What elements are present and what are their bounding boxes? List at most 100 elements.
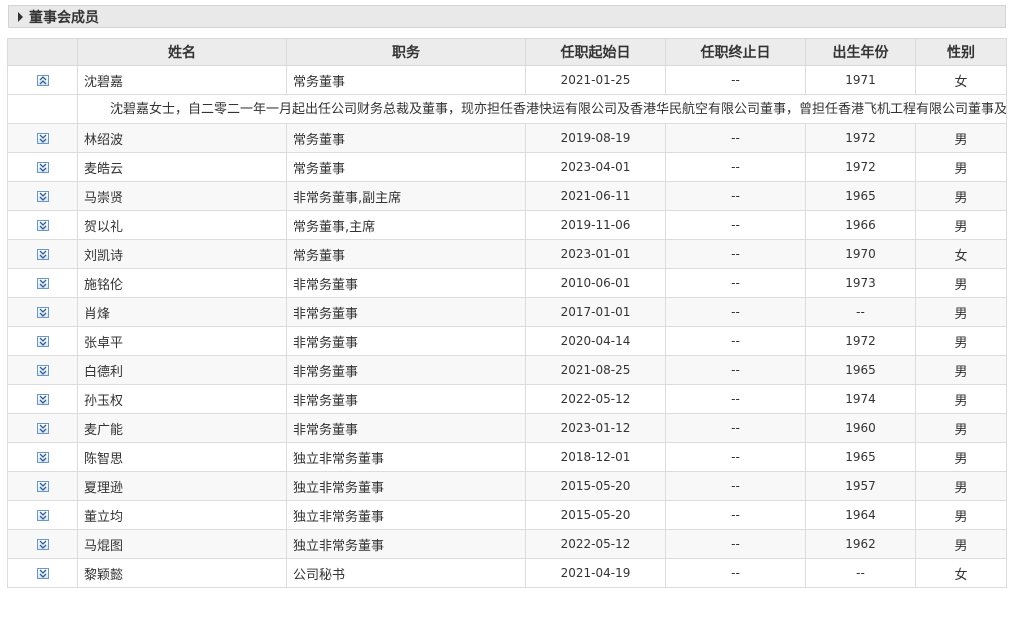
member-end-date: -- [665, 558, 806, 588]
collapse-icon[interactable] [36, 74, 49, 86]
member-end-date: -- [665, 65, 806, 95]
expand-icon[interactable] [36, 509, 49, 521]
expand-icon[interactable] [36, 480, 49, 492]
toggle-cell [7, 529, 78, 559]
member-end-date: -- [665, 355, 806, 385]
member-birth-year: 1971 [805, 65, 916, 95]
header-gender: 性别 [915, 38, 1007, 66]
member-start-date: 2023-04-01 [525, 152, 666, 182]
member-gender: 女 [915, 239, 1007, 269]
member-birth-year: 1970 [805, 239, 916, 269]
member-gender: 男 [915, 355, 1007, 385]
toggle-cell [7, 326, 78, 356]
member-end-date: -- [665, 326, 806, 356]
expand-icon[interactable] [36, 538, 49, 550]
member-name: 贺以礼 [77, 210, 287, 240]
expand-icon[interactable] [36, 451, 49, 463]
expand-icon[interactable] [36, 219, 49, 231]
table-row: 贺以礼 常务董事,主席 2019-11-06 -- 1966 男 [7, 210, 1007, 240]
member-position: 常务董事 [286, 65, 526, 95]
expand-icon[interactable] [36, 567, 49, 579]
member-position: 公司秘书 [286, 558, 526, 588]
expand-icon[interactable] [36, 248, 49, 260]
member-birth-year: 1964 [805, 500, 916, 530]
member-name: 麦广能 [77, 413, 287, 443]
member-end-date: -- [665, 442, 806, 472]
member-position: 非常务董事,副主席 [286, 181, 526, 211]
member-gender: 男 [915, 500, 1007, 530]
table-row: 白德利 非常务董事 2021-08-25 -- 1965 男 [7, 355, 1007, 385]
member-gender: 男 [915, 529, 1007, 559]
member-birth-year: 1962 [805, 529, 916, 559]
header-end-date: 任职终止日 [665, 38, 806, 66]
expand-icon[interactable] [36, 132, 49, 144]
member-position: 独立非常务董事 [286, 500, 526, 530]
member-start-date: 2015-05-20 [525, 471, 666, 501]
expand-icon[interactable] [36, 422, 49, 434]
member-name: 林绍波 [77, 123, 287, 153]
expand-icon[interactable] [36, 306, 49, 318]
member-position: 常务董事 [286, 123, 526, 153]
table-row: 林绍波 常务董事 2019-08-19 -- 1972 男 [7, 123, 1007, 153]
member-start-date: 2018-12-01 [525, 442, 666, 472]
member-gender: 女 [915, 65, 1007, 95]
toggle-cell [7, 500, 78, 530]
member-position: 非常务董事 [286, 413, 526, 443]
member-start-date: 2019-08-19 [525, 123, 666, 153]
member-gender: 男 [915, 413, 1007, 443]
expand-icon[interactable] [36, 277, 49, 289]
section-header[interactable]: 董事会成员 [8, 5, 1006, 28]
member-start-date: 2010-06-01 [525, 268, 666, 298]
member-end-date: -- [665, 152, 806, 182]
expand-icon[interactable] [36, 335, 49, 347]
member-start-date: 2015-05-20 [525, 500, 666, 530]
bio-spacer [7, 94, 78, 124]
member-start-date: 2022-05-12 [525, 384, 666, 414]
member-end-date: -- [665, 471, 806, 501]
expand-icon[interactable] [36, 364, 49, 376]
member-position: 常务董事,主席 [286, 210, 526, 240]
expand-icon[interactable] [36, 190, 49, 202]
member-birth-year: 1972 [805, 123, 916, 153]
member-name: 施铭伦 [77, 268, 287, 298]
member-birth-year: 1974 [805, 384, 916, 414]
member-name: 孙玉权 [77, 384, 287, 414]
member-name: 夏理逊 [77, 471, 287, 501]
table-row: 麦皓云 常务董事 2023-04-01 -- 1972 男 [7, 152, 1007, 182]
toggle-cell [7, 239, 78, 269]
expand-icon[interactable] [36, 393, 49, 405]
member-end-date: -- [665, 297, 806, 327]
member-start-date: 2022-05-12 [525, 529, 666, 559]
member-bio-row: 沈碧嘉女士，自二零二一年一月起出任公司财务总裁及董事，现亦担任香港快运有限公司及… [7, 94, 1007, 124]
table-row: 夏理逊 独立非常务董事 2015-05-20 -- 1957 男 [7, 471, 1007, 501]
member-end-date: -- [665, 500, 806, 530]
member-name: 白德利 [77, 355, 287, 385]
member-gender: 男 [915, 442, 1007, 472]
member-birth-year: 1957 [805, 471, 916, 501]
section-title: 董事会成员 [29, 9, 99, 26]
member-gender: 男 [915, 384, 1007, 414]
member-end-date: -- [665, 239, 806, 269]
member-birth-year: -- [805, 297, 916, 327]
member-name: 陈智思 [77, 442, 287, 472]
member-start-date: 2023-01-01 [525, 239, 666, 269]
member-name: 刘凯诗 [77, 239, 287, 269]
member-gender: 男 [915, 123, 1007, 153]
toggle-cell [7, 297, 78, 327]
caret-right-icon [18, 11, 23, 22]
member-end-date: -- [665, 384, 806, 414]
member-birth-year: 1960 [805, 413, 916, 443]
table-row: 施铭伦 非常务董事 2010-06-01 -- 1973 男 [7, 268, 1007, 298]
member-gender: 男 [915, 471, 1007, 501]
member-name: 马崇贤 [77, 181, 287, 211]
header-birth-year: 出生年份 [805, 38, 916, 66]
expand-icon[interactable] [36, 161, 49, 173]
member-position: 非常务董事 [286, 297, 526, 327]
toggle-cell [7, 558, 78, 588]
member-position: 独立非常务董事 [286, 529, 526, 559]
member-end-date: -- [665, 268, 806, 298]
member-start-date: 2021-04-19 [525, 558, 666, 588]
member-birth-year: 1966 [805, 210, 916, 240]
member-gender: 男 [915, 152, 1007, 182]
member-end-date: -- [665, 413, 806, 443]
